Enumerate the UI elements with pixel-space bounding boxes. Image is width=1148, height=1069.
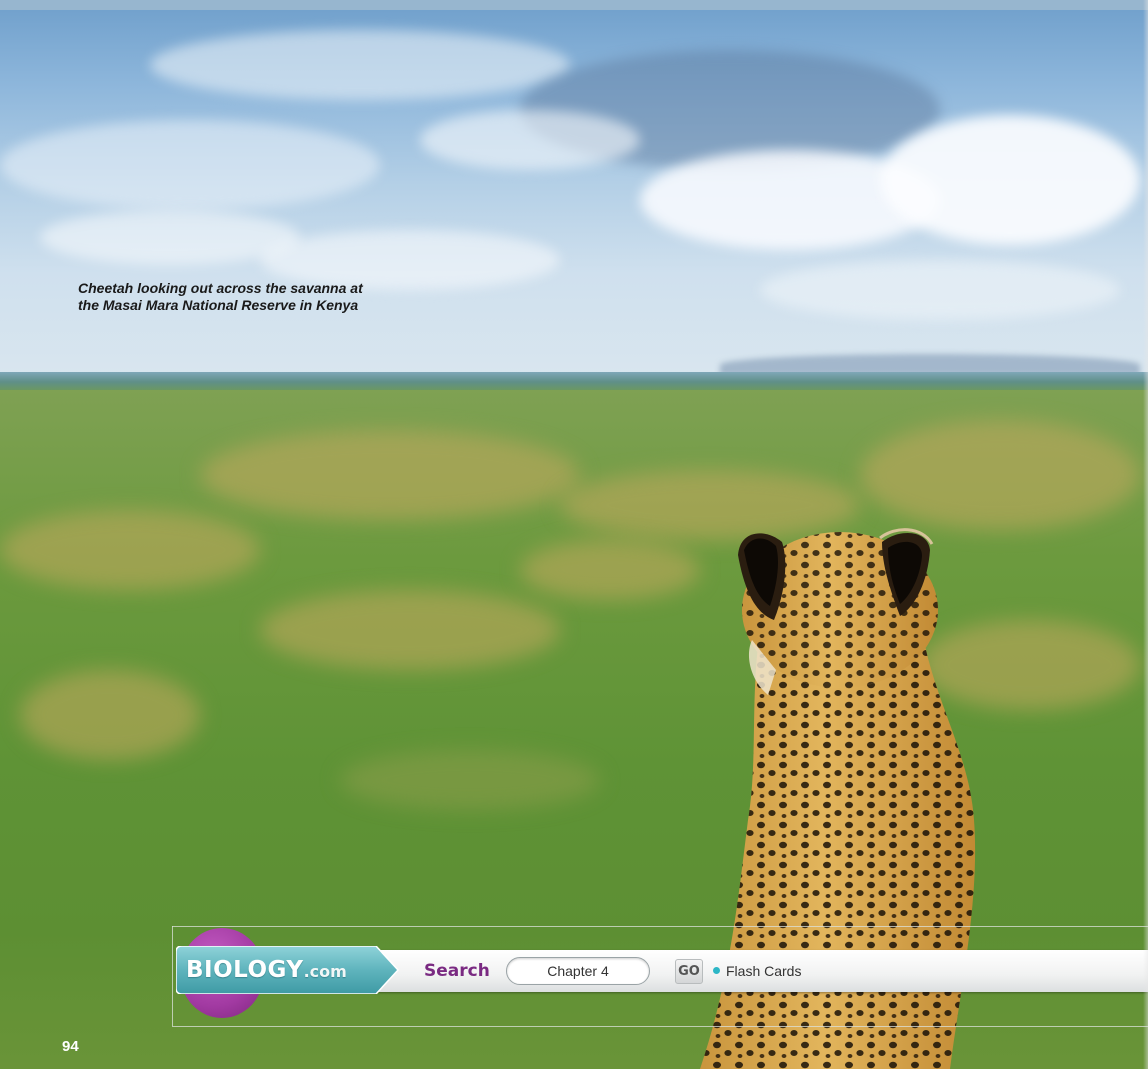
toolbar-frame-left [172,926,173,1026]
flash-cards-link[interactable]: Flash Cards [726,960,801,982]
biology-com-logo[interactable]: BIOLOGY.com [186,952,347,988]
dry-grass-patch [520,540,700,600]
logo-main-text: BIOLOGY [186,957,304,983]
top-band [0,0,1148,10]
cloud [420,110,640,170]
dry-grass-patch [340,750,600,810]
dry-grass-patch [860,420,1140,530]
toolbar-frame-top [172,926,1148,927]
dry-grass-patch [200,430,580,520]
cloud [760,260,1120,320]
page-edge [1143,0,1148,1069]
go-button[interactable]: GO [675,959,703,984]
cloud [0,120,380,210]
sky-background [0,0,1148,380]
dry-grass-patch [260,590,560,670]
caption-line: the Masai Mara National Reserve in Kenya [78,297,359,313]
caption-line: Cheetah looking out across the savanna a… [78,280,363,296]
bullet-icon [713,967,720,974]
photo-caption: Cheetah looking out across the savanna a… [78,280,458,314]
horizon-line [0,372,1148,392]
cloud [40,210,300,265]
logo-suffix-text: .com [303,962,347,981]
toolbar-frame-bottom [172,1026,1148,1027]
search-label: Search [424,961,490,981]
dry-grass-patch [0,510,260,590]
cloud [880,115,1140,245]
search-input[interactable]: Chapter 4 [506,957,650,985]
dry-grass-patch [20,670,200,760]
cloud [150,30,570,100]
page-number: 94 [62,1038,79,1055]
